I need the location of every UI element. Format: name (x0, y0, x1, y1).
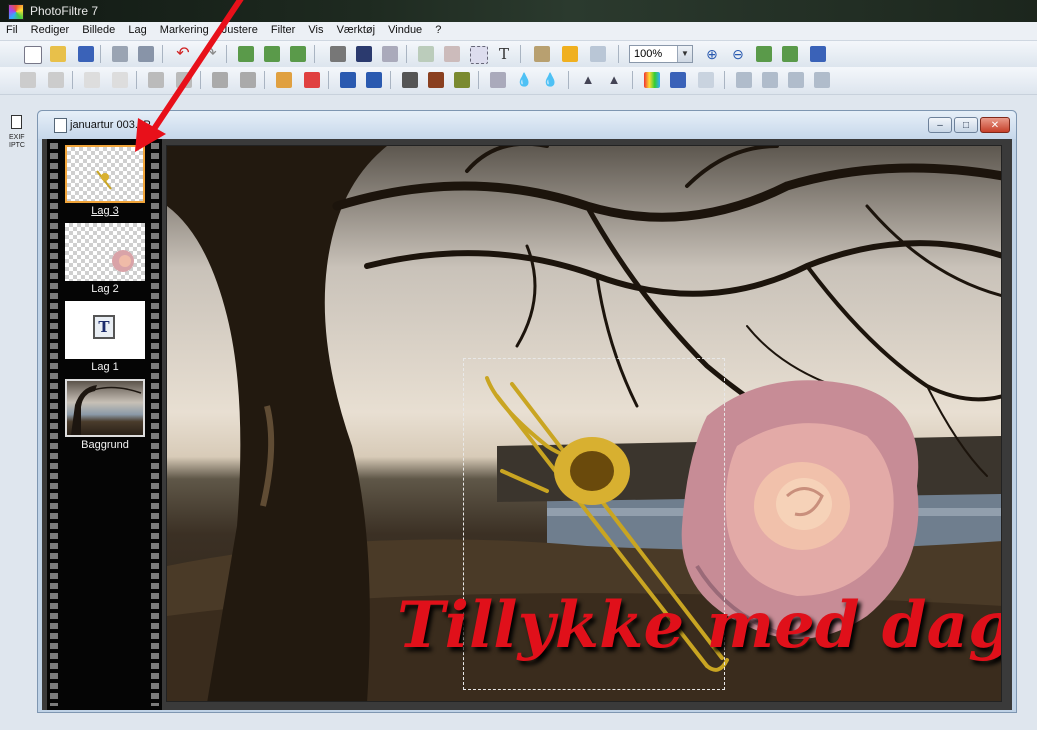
brightness-down-icon[interactable] (84, 72, 100, 88)
text-tool-icon[interactable]: T (496, 46, 512, 62)
close-button[interactable]: ✕ (980, 117, 1010, 133)
window-icon[interactable] (590, 46, 606, 62)
copy-icon[interactable] (238, 46, 254, 62)
layer-label[interactable]: Baggrund (65, 439, 145, 451)
paste-icon[interactable] (264, 46, 280, 62)
document-title: januartur 003.JP (70, 119, 151, 131)
text-layer-icon: T (93, 315, 115, 339)
text-layer-glyph: T (98, 318, 110, 336)
exif-iptc-label[interactable]: EXIF IPTC (9, 134, 25, 150)
chevron-down-icon[interactable]: ▼ (677, 46, 692, 62)
menu-markering[interactable]: Markering (156, 22, 213, 38)
gamma-up-icon[interactable] (240, 72, 256, 88)
menu-fil[interactable]: Fil (2, 22, 22, 38)
window-title: PhotoFiltre 7 (30, 4, 99, 18)
menu-help[interactable]: ? (431, 22, 445, 38)
drop-2-icon[interactable]: 💧 (542, 72, 558, 88)
sharpen-more-icon[interactable]: ▲ (606, 72, 622, 88)
auto-contrast-icon[interactable] (48, 72, 64, 88)
sky-filter-icon[interactable] (340, 72, 356, 88)
maximize-button[interactable]: □ (954, 117, 978, 133)
print-icon[interactable] (112, 46, 128, 62)
sky-filter-2-icon[interactable] (366, 72, 382, 88)
rotate-left-icon[interactable] (788, 72, 804, 88)
paste-new-icon[interactable] (290, 46, 306, 62)
document-body: Lag 3 Lag 2 T Lag 1 Baggrund Tillykke me… (42, 139, 1012, 710)
drop-icon[interactable]: 💧 (516, 72, 532, 88)
layer-thumbnail[interactable] (65, 223, 145, 281)
zoom-in-icon[interactable]: ⊕ (704, 46, 720, 62)
contrast-up-icon[interactable] (176, 72, 192, 88)
menu-bar: Fil Rediger Billede Lag Markering Juster… (0, 22, 1037, 41)
zoom-out-icon[interactable]: ⊖ (730, 46, 746, 62)
undo-icon[interactable]: ↶ (175, 46, 191, 62)
scan-icon[interactable] (138, 46, 154, 62)
document-window: januartur 003.JP – □ ✕ Lag 3 Lag 2 T Lag… (37, 110, 1017, 713)
layers-panel: Lag 3 Lag 2 T Lag 1 Baggrund (47, 139, 162, 710)
layer-label[interactable]: Lag 1 (65, 361, 145, 373)
film-perforation-right (151, 143, 159, 706)
rotate-right-icon[interactable] (814, 72, 830, 88)
title-bar: PhotoFiltre 7 (0, 0, 1037, 22)
auto-levels-icon[interactable] (20, 72, 36, 88)
selection-icon[interactable] (470, 46, 488, 64)
grayscale-icon[interactable] (402, 72, 418, 88)
image-size-icon[interactable] (330, 46, 346, 62)
menu-justere[interactable]: Justere (218, 22, 262, 38)
magic-wand-icon[interactable] (698, 72, 714, 88)
fade-icon[interactable] (418, 46, 434, 62)
fit-window-icon[interactable] (782, 46, 798, 62)
save-icon[interactable] (78, 46, 94, 62)
film-perforation-left (50, 143, 58, 706)
fullscreen-icon[interactable] (810, 46, 826, 62)
menu-filter[interactable]: Filter (267, 22, 299, 38)
left-tool-strip: EXIF IPTC (0, 95, 34, 730)
layer-manager-icon[interactable] (534, 46, 550, 62)
filter-toolbar: 💧 💧 ▲ ▲ (0, 67, 1037, 95)
menu-billede[interactable]: Billede (78, 22, 119, 38)
canvas-size-icon[interactable] (356, 46, 372, 62)
layer-thumbnail[interactable] (65, 379, 145, 437)
flip-vertical-icon[interactable] (762, 72, 778, 88)
zoom-select[interactable]: 100% ▼ (629, 45, 693, 63)
color-balance-icon[interactable] (644, 72, 660, 88)
layer-label[interactable]: Lag 3 (65, 205, 145, 217)
saturation-down-icon[interactable] (276, 72, 292, 88)
actual-size-icon[interactable] (756, 46, 772, 62)
menu-vindue[interactable]: Vindue (384, 22, 426, 38)
brightness-up-icon[interactable] (112, 72, 128, 88)
contrast-down-icon[interactable] (148, 72, 164, 88)
menu-lag[interactable]: Lag (124, 22, 150, 38)
gamma-down-icon[interactable] (212, 72, 228, 88)
document-title-bar[interactable]: januartur 003.JP – □ ✕ (38, 111, 1016, 139)
menu-vis[interactable]: Vis (304, 22, 327, 38)
menu-rediger[interactable]: Rediger (27, 22, 74, 38)
main-toolbar: ↶ ↷ T 100% ▼ ⊕ ⊖ (0, 41, 1037, 68)
flip-horizontal-icon[interactable] (736, 72, 752, 88)
new-file-icon[interactable] (24, 46, 42, 64)
menu-vaerktoej[interactable]: Værktøj (333, 22, 380, 38)
blur-icon[interactable] (490, 72, 506, 88)
sharpen-icon[interactable]: ▲ (580, 72, 596, 88)
open-folder-icon[interactable] (50, 46, 66, 62)
sepia-icon[interactable] (428, 72, 444, 88)
effect-icon[interactable] (444, 46, 460, 62)
adjust-icon[interactable] (382, 46, 398, 62)
page-info-icon[interactable] (11, 115, 22, 129)
image-canvas[interactable]: Tillykke med dagen (166, 145, 1002, 702)
minimize-button[interactable]: – (928, 117, 952, 133)
redo-icon[interactable]: ↷ (202, 46, 218, 62)
layer-thumbnail[interactable]: T (65, 301, 145, 359)
greeting-text: Tillykke med dagen (397, 588, 1001, 663)
plugin-icon[interactable] (562, 46, 578, 62)
negative-icon[interactable] (454, 72, 470, 88)
monitor-icon[interactable] (670, 72, 686, 88)
layer-label[interactable]: Lag 2 (65, 283, 145, 295)
zoom-value: 100% (634, 48, 663, 60)
document-icon (54, 118, 67, 133)
saturation-up-icon[interactable] (304, 72, 320, 88)
app-icon (8, 4, 24, 20)
layer-thumbnail[interactable] (65, 145, 145, 203)
